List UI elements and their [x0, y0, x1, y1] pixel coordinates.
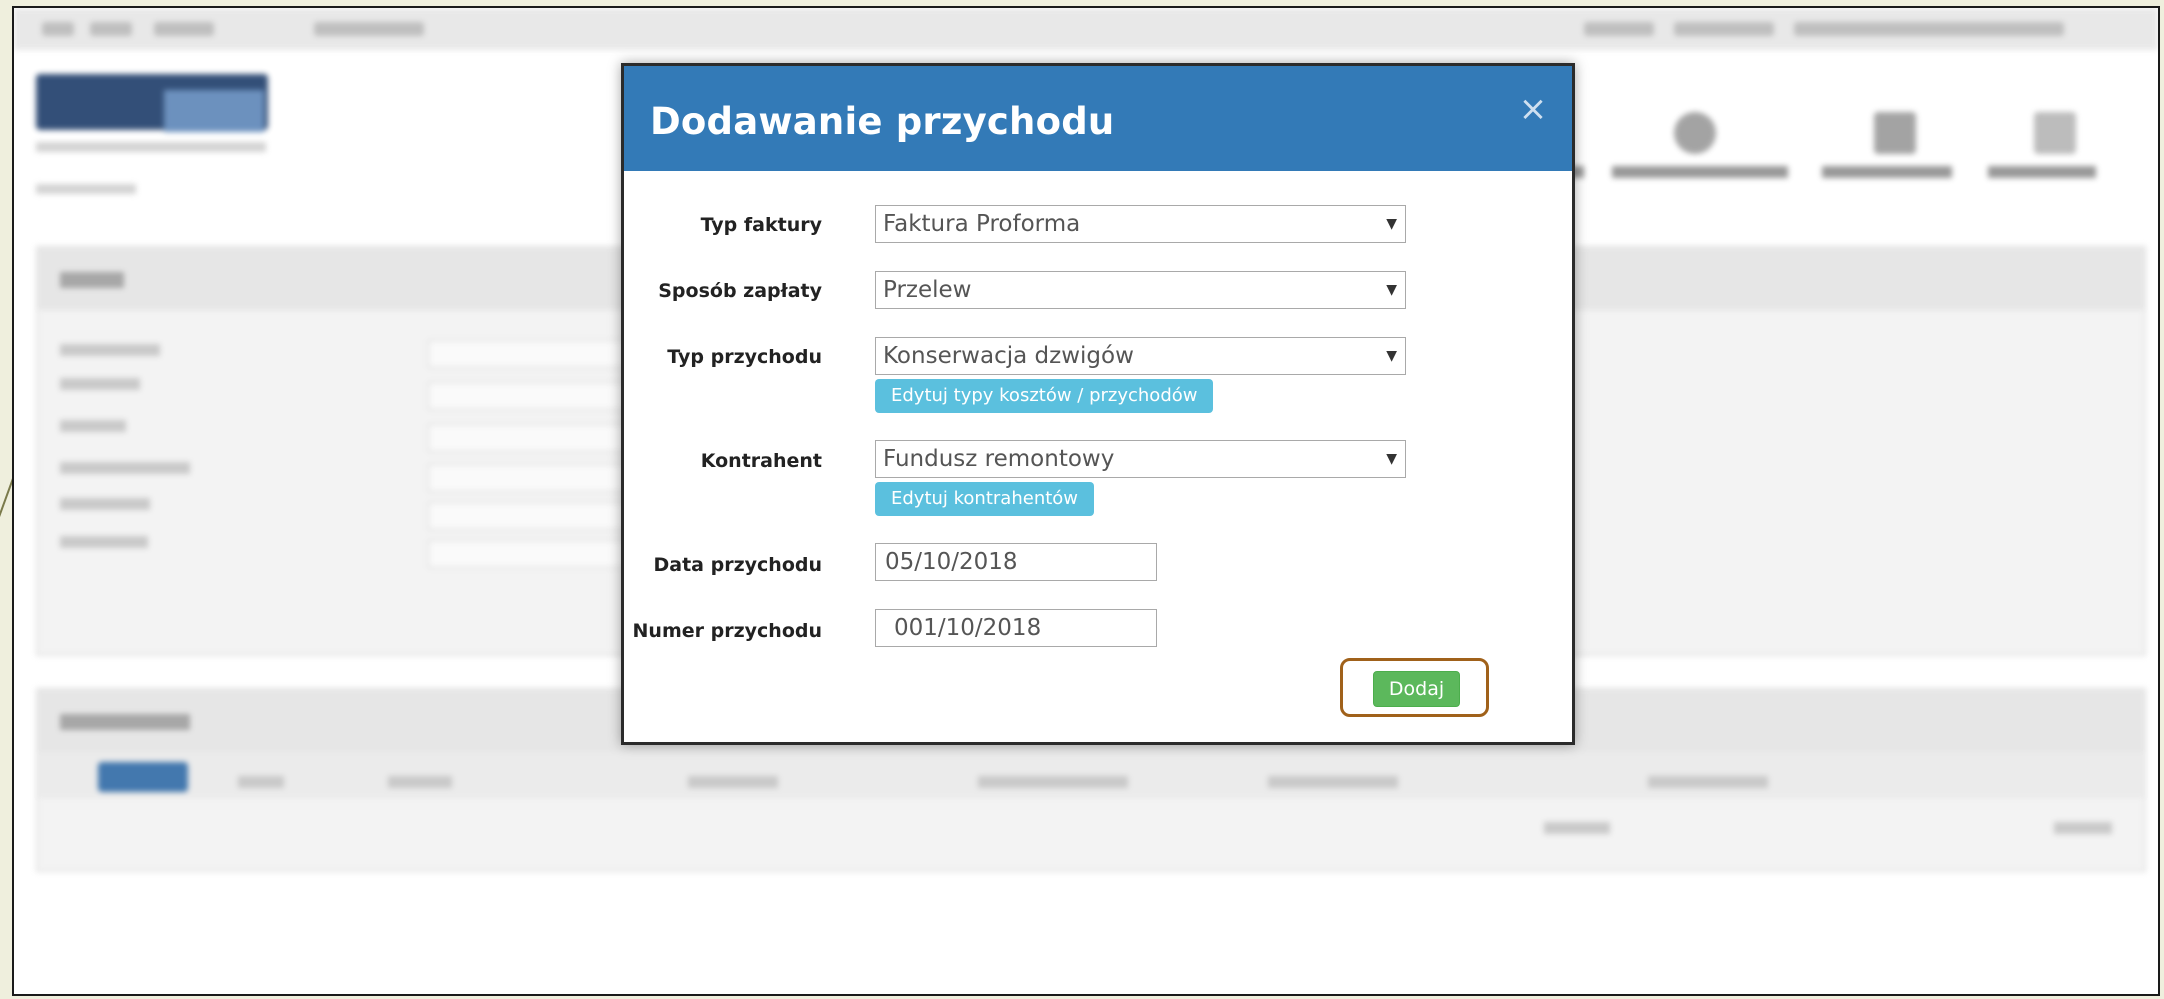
screenshot-frame: Dodawanie przychodu × Typ faktury Faktur… — [12, 6, 2160, 996]
caret-down-icon: ▼ — [1386, 451, 1397, 467]
revenue-type-label: Typ przychodu — [667, 346, 822, 368]
payment-method-label: Sposób zapłaty — [658, 280, 822, 302]
add-revenue-modal: Dodawanie przychodu × Typ faktury Faktur… — [621, 63, 1575, 745]
edit-contractors-button[interactable]: Edytuj kontrahentów — [875, 482, 1095, 516]
submit-highlight: Dodaj — [1340, 658, 1489, 717]
edit-cost-revenue-types-button[interactable]: Edytuj typy kosztów / przychodów — [875, 379, 1214, 413]
revenue-number-input[interactable]: 001/10/2018 — [875, 609, 1157, 647]
revenue-date-label: Data przychodu — [653, 554, 823, 576]
close-icon[interactable]: × — [1518, 92, 1548, 126]
contractor-select[interactable]: Fundusz remontowy ▼ — [875, 440, 1406, 478]
modal-header: Dodawanie przychodu × — [624, 66, 1572, 171]
revenue-date-input[interactable]: 05/10/2018 — [875, 543, 1157, 581]
contractor-label: Kontrahent — [700, 450, 822, 472]
caret-down-icon: ▼ — [1386, 282, 1397, 298]
caret-down-icon: ▼ — [1386, 216, 1397, 232]
payment-method-select[interactable]: Przelew ▼ — [875, 271, 1406, 309]
invoice-type-label: Typ faktury — [700, 214, 822, 236]
revenue-number-label: Numer przychodu — [632, 620, 822, 642]
caret-down-icon: ▼ — [1386, 348, 1397, 364]
add-button[interactable]: Dodaj — [1373, 671, 1460, 707]
revenue-type-select[interactable]: Konserwacja dzwigów ▼ — [875, 337, 1406, 375]
invoice-type-select[interactable]: Faktura Proforma ▼ — [875, 205, 1406, 243]
modal-title: Dodawanie przychodu — [650, 100, 1115, 143]
top-bar — [14, 8, 2158, 50]
